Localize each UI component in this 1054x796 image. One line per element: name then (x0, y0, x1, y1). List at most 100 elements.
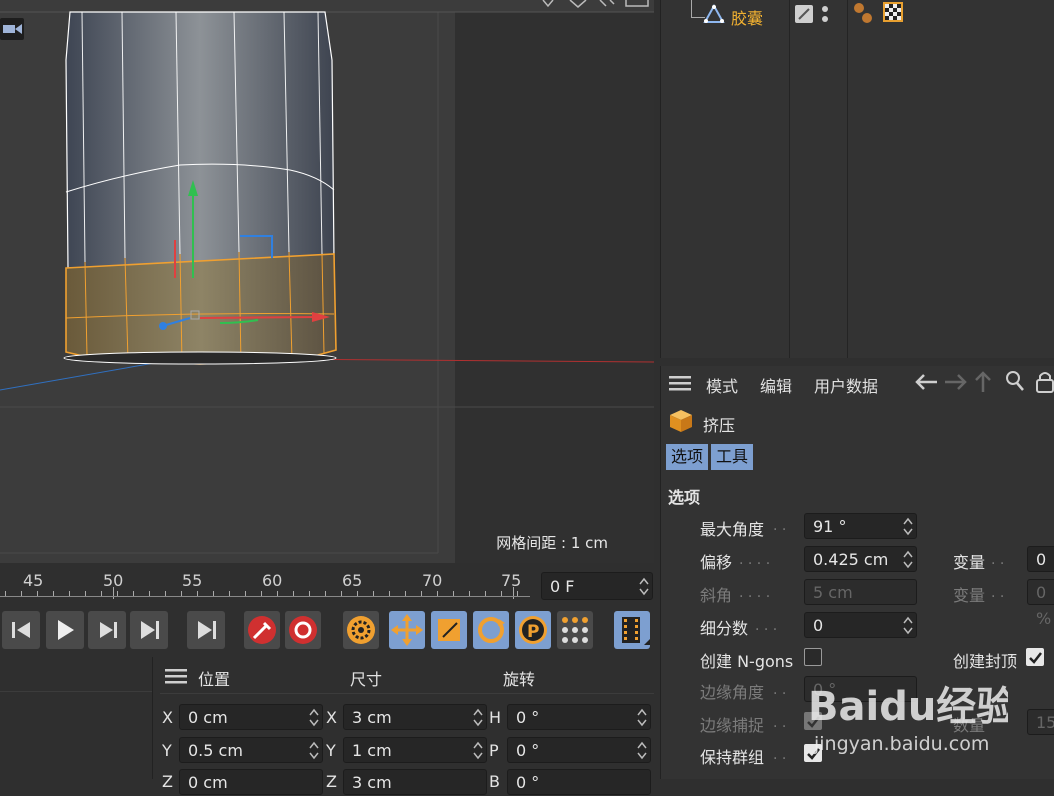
svg-text:P: P (527, 622, 539, 642)
next-key-button[interactable] (88, 611, 126, 649)
rot-axis-label: P (489, 741, 499, 760)
visibility-dots-icon[interactable] (821, 5, 829, 29)
x-axis-gizmo (199, 316, 321, 319)
offset-field[interactable]: 0.425 cm (804, 546, 917, 572)
object-name[interactable]: 胶囊 (731, 5, 763, 29)
position-x-field[interactable]: 0 cm (179, 704, 323, 730)
subdivision-field[interactable]: 0 (804, 612, 917, 638)
size-axis-label: Z (326, 772, 337, 791)
tick-label: 45 (23, 571, 44, 590)
prev-key-button[interactable] (2, 611, 40, 649)
tab-tools[interactable]: 工具 (711, 444, 753, 470)
pos-axis-label: Y (162, 741, 172, 760)
size-y-field[interactable]: 1 cm (343, 737, 487, 763)
auto-key-button[interactable] (285, 611, 321, 649)
offset-label: 偏移 (700, 553, 733, 572)
move-tool-button[interactable] (389, 611, 425, 649)
texture-tag-icon[interactable] (883, 2, 903, 22)
subdivision-label: 细分数 (700, 619, 749, 638)
goto-end-button[interactable] (130, 611, 168, 649)
point-level-button[interactable] (557, 611, 593, 649)
create-caps-checkbox[interactable] (1026, 648, 1044, 666)
baidu-watermark: Baidu经验 jingyan.baidu.com (808, 668, 1016, 772)
keep-groups-label: 保持群组 (700, 748, 765, 767)
material-panel (0, 657, 153, 779)
count-field: 15 (1027, 709, 1054, 735)
pos-axis-label: X (162, 708, 173, 727)
coordinate-manager: 位置 尺寸 旋转 X 0 cm X 3 cm H 0 ° Y 0.5 cm Y … (0, 657, 654, 795)
rotate-tool-button[interactable] (473, 611, 509, 649)
tick-label: 55 (182, 571, 203, 590)
variance-label: 变量 (953, 553, 986, 572)
rot-axis-label: H (489, 708, 502, 727)
render-view-button[interactable] (614, 611, 650, 649)
grid-spacing-label: 网格间距 : 1 cm (496, 534, 608, 552)
current-frame-field[interactable]: 0 F (541, 572, 653, 600)
frame-marker (113, 587, 114, 599)
size-axis-label: Y (326, 741, 336, 760)
camera-icon[interactable] (0, 18, 24, 40)
parameter-button[interactable]: P (515, 611, 551, 649)
timeline-ruler[interactable]: 45 50 55 60 65 70 75 0 F (0, 565, 654, 605)
up-arrow-icon[interactable] (973, 370, 993, 398)
bevel-field: 5 cm (804, 579, 917, 605)
bevel-label: 斜角 (700, 586, 733, 605)
menu-user-data[interactable]: 用户数据 (814, 373, 878, 397)
edge-snap-label: 边缘捕捉 (700, 716, 765, 735)
end-marker (513, 587, 514, 599)
create-ngons-label: 创建 N-gons (700, 652, 794, 671)
menu-edit[interactable]: 编辑 (760, 373, 792, 397)
polygon-object-icon (703, 3, 725, 28)
lock-icon[interactable] (1035, 370, 1054, 398)
size-x-field[interactable]: 3 cm (343, 704, 487, 730)
tick-label: 70 (422, 571, 443, 590)
max-angle-label: 最大角度 (700, 520, 765, 539)
tab-options[interactable]: 选项 (666, 444, 708, 470)
back-arrow-icon[interactable] (913, 372, 939, 396)
goto-end-2-button[interactable] (187, 611, 225, 649)
3d-viewport[interactable]: 网格间距 : 1 cm (0, 0, 654, 563)
rotation-header: 旋转 (503, 670, 536, 689)
extrude-object-icon (668, 408, 694, 438)
forward-arrow-icon[interactable] (943, 372, 969, 396)
object-title: 挤压 (703, 416, 736, 435)
rot-axis-label: B (489, 772, 500, 791)
zoom-view-icon (569, 0, 587, 8)
transport-toolbar: P (0, 607, 654, 655)
max-angle-field[interactable]: 91 ° (804, 513, 917, 539)
hamburger-menu-icon[interactable] (669, 374, 691, 396)
create-ngons-checkbox[interactable] (804, 648, 822, 666)
menu-mode[interactable]: 模式 (706, 373, 738, 397)
move-view-icon (542, 0, 554, 8)
object-manager: 胶囊 (660, 0, 1054, 358)
coord-menu-icon[interactable] (165, 667, 187, 689)
position-z-field[interactable]: 0 cm (179, 769, 323, 795)
rotation-h-field[interactable]: 0 ° (507, 704, 651, 730)
search-icon[interactable] (1005, 370, 1025, 396)
rotate-view-icon (599, 0, 615, 7)
position-header: 位置 (198, 670, 231, 689)
watermark-brand: Baidu经验 (808, 684, 1008, 730)
viewport-canvas[interactable] (0, 0, 654, 563)
tick-label: 65 (342, 571, 363, 590)
layer-icon[interactable] (795, 5, 813, 23)
variance-label-2: 变量 (953, 586, 986, 605)
pos-axis-label: Z (162, 772, 173, 791)
size-header: 尺寸 (350, 670, 383, 689)
variance-field[interactable]: 0 % (1027, 546, 1054, 595)
record-key-button[interactable] (244, 611, 280, 649)
play-button[interactable] (46, 611, 84, 649)
size-z-field[interactable]: 3 cm (343, 769, 487, 795)
position-y-field[interactable]: 0.5 cm (179, 737, 323, 763)
variance-field-2: 0 % (1027, 579, 1054, 628)
material-tag-icon[interactable] (853, 2, 875, 28)
edge-angle-label: 边缘角度 (700, 683, 765, 702)
rotation-p-field[interactable]: 0 ° (507, 737, 651, 763)
scale-tool-button[interactable] (431, 611, 467, 649)
tick-label: 60 (262, 571, 283, 590)
rotation-b-field[interactable]: 0 ° (507, 769, 651, 795)
size-axis-label: X (326, 708, 337, 727)
keyframe-settings-button[interactable] (343, 611, 379, 649)
watermark-url: jingyan.baidu.com (813, 733, 989, 755)
layout-view-icon (625, 0, 649, 7)
